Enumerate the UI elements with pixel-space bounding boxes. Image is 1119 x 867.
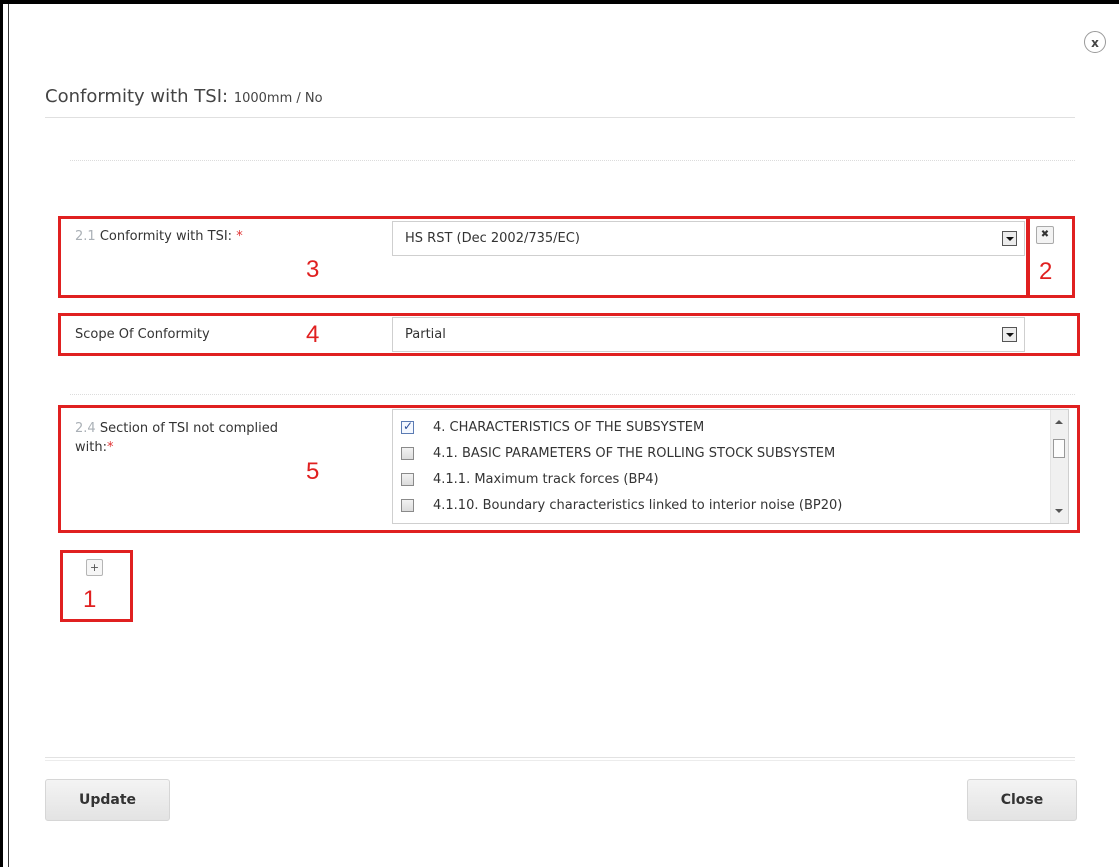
annotation-box-4 <box>58 313 1080 356</box>
window-frame-top <box>0 0 1119 4</box>
title-text: Conformity with TSI: <box>45 86 229 107</box>
section-divider-middle <box>70 394 1075 395</box>
dialog-edge <box>8 4 9 867</box>
section-divider-top <box>70 160 1075 161</box>
title-divider <box>45 117 1075 118</box>
footer-divider <box>45 757 1075 758</box>
close-icon[interactable]: x <box>1084 31 1106 53</box>
annotation-label-2: 2 <box>1039 258 1053 285</box>
annotation-box-3 <box>58 216 1029 298</box>
annotation-label-1: 1 <box>83 586 97 613</box>
annotation-label-4: 4 <box>306 321 320 348</box>
page-title: Conformity with TSI: 1000mm / No <box>45 86 323 107</box>
annotation-label-5: 5 <box>306 458 320 485</box>
close-button[interactable]: Close <box>967 779 1077 821</box>
footer-divider-inner <box>45 760 1075 761</box>
annotation-box-5 <box>58 405 1080 533</box>
window-frame-left <box>0 0 3 867</box>
title-subtitle: 1000mm / No <box>233 91 323 106</box>
annotation-box-1 <box>60 550 133 622</box>
update-button[interactable]: Update <box>45 779 170 821</box>
annotation-label-3: 3 <box>306 256 320 283</box>
